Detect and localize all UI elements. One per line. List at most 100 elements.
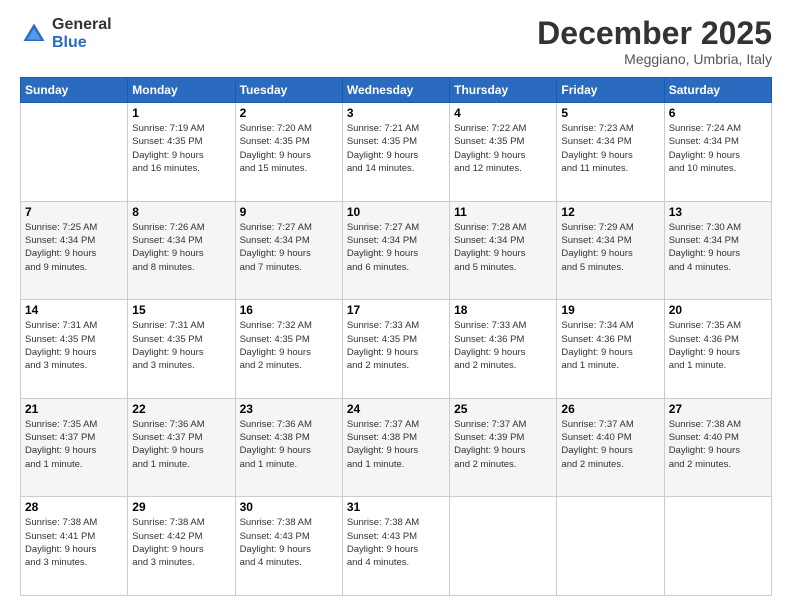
calendar-week: 21 Sunrise: 7:35 AM Sunset: 4:37 PM Dayli… bbox=[21, 398, 772, 497]
calendar-cell: 20 Sunrise: 7:35 AM Sunset: 4:36 PM Dayli… bbox=[664, 300, 771, 399]
day-info: Sunrise: 7:36 AM Sunset: 4:37 PM Dayligh… bbox=[132, 418, 230, 471]
calendar-cell bbox=[450, 497, 557, 596]
calendar-cell: 11 Sunrise: 7:28 AM Sunset: 4:34 PM Dayli… bbox=[450, 201, 557, 300]
day-info: Sunrise: 7:30 AM Sunset: 4:34 PM Dayligh… bbox=[669, 221, 767, 274]
calendar-cell: 1Sunrise: 7:19 AM Sunset: 4:35 PM Daylig… bbox=[128, 103, 235, 202]
day-info: Sunrise: 7:33 AM Sunset: 4:36 PM Dayligh… bbox=[454, 319, 552, 372]
calendar-cell: 6 Sunrise: 7:24 AM Sunset: 4:34 PM Daylig… bbox=[664, 103, 771, 202]
calendar-cell: 24 Sunrise: 7:37 AM Sunset: 4:38 PM Dayli… bbox=[342, 398, 449, 497]
day-info: Sunrise: 7:38 AM Sunset: 4:43 PM Dayligh… bbox=[347, 516, 445, 569]
calendar-cell: 7Sunrise: 7:25 AM Sunset: 4:34 PM Daylig… bbox=[21, 201, 128, 300]
calendar-cell: 17 Sunrise: 7:33 AM Sunset: 4:35 PM Dayli… bbox=[342, 300, 449, 399]
day-number: 23 bbox=[240, 402, 338, 416]
day-info: Sunrise: 7:38 AM Sunset: 4:42 PM Dayligh… bbox=[132, 516, 230, 569]
day-number: 14 bbox=[25, 303, 123, 317]
location: Meggiano, Umbria, Italy bbox=[537, 51, 772, 67]
day-info: Sunrise: 7:33 AM Sunset: 4:35 PM Dayligh… bbox=[347, 319, 445, 372]
day-number: 12 bbox=[561, 205, 659, 219]
day-info: Sunrise: 7:22 AM Sunset: 4:35 PM Dayligh… bbox=[454, 122, 552, 175]
calendar-header: SundayMondayTuesdayWednesdayThursdayFrid… bbox=[21, 78, 772, 103]
calendar-cell: 28Sunrise: 7:38 AM Sunset: 4:41 PM Dayli… bbox=[21, 497, 128, 596]
logo-text: General Blue bbox=[52, 16, 112, 51]
day-info: Sunrise: 7:20 AM Sunset: 4:35 PM Dayligh… bbox=[240, 122, 338, 175]
weekday-header: Tuesday bbox=[235, 78, 342, 103]
day-info: Sunrise: 7:35 AM Sunset: 4:37 PM Dayligh… bbox=[25, 418, 123, 471]
calendar-cell: 30Sunrise: 7:38 AM Sunset: 4:43 PM Dayli… bbox=[235, 497, 342, 596]
day-number: 6 bbox=[669, 106, 767, 120]
day-number: 24 bbox=[347, 402, 445, 416]
calendar-cell: 16 Sunrise: 7:32 AM Sunset: 4:35 PM Dayli… bbox=[235, 300, 342, 399]
day-number: 5 bbox=[561, 106, 659, 120]
day-number: 28 bbox=[25, 500, 123, 514]
page: General Blue December 2025 Meggiano, Umb… bbox=[0, 0, 792, 612]
day-info: Sunrise: 7:27 AM Sunset: 4:34 PM Dayligh… bbox=[240, 221, 338, 274]
day-number: 26 bbox=[561, 402, 659, 416]
logo: General Blue bbox=[20, 16, 112, 51]
weekday-header: Wednesday bbox=[342, 78, 449, 103]
day-number: 4 bbox=[454, 106, 552, 120]
calendar-week: 1Sunrise: 7:19 AM Sunset: 4:35 PM Daylig… bbox=[21, 103, 772, 202]
day-number: 21 bbox=[25, 402, 123, 416]
day-info: Sunrise: 7:21 AM Sunset: 4:35 PM Dayligh… bbox=[347, 122, 445, 175]
calendar-body: 1Sunrise: 7:19 AM Sunset: 4:35 PM Daylig… bbox=[21, 103, 772, 596]
logo-general: General bbox=[52, 16, 112, 34]
weekday-header: Friday bbox=[557, 78, 664, 103]
day-number: 30 bbox=[240, 500, 338, 514]
calendar-week: 28Sunrise: 7:38 AM Sunset: 4:41 PM Dayli… bbox=[21, 497, 772, 596]
header: General Blue December 2025 Meggiano, Umb… bbox=[20, 16, 772, 67]
day-info: Sunrise: 7:26 AM Sunset: 4:34 PM Dayligh… bbox=[132, 221, 230, 274]
weekday-header: Monday bbox=[128, 78, 235, 103]
calendar-cell bbox=[557, 497, 664, 596]
day-number: 18 bbox=[454, 303, 552, 317]
calendar-cell: 31 Sunrise: 7:38 AM Sunset: 4:43 PM Dayli… bbox=[342, 497, 449, 596]
calendar-cell: 26 Sunrise: 7:37 AM Sunset: 4:40 PM Dayli… bbox=[557, 398, 664, 497]
day-info: Sunrise: 7:38 AM Sunset: 4:40 PM Dayligh… bbox=[669, 418, 767, 471]
calendar-cell: 25Sunrise: 7:37 AM Sunset: 4:39 PM Dayli… bbox=[450, 398, 557, 497]
calendar-cell bbox=[664, 497, 771, 596]
day-number: 1 bbox=[132, 106, 230, 120]
day-number: 20 bbox=[669, 303, 767, 317]
day-number: 19 bbox=[561, 303, 659, 317]
calendar-cell: 5 Sunrise: 7:23 AM Sunset: 4:34 PM Daylig… bbox=[557, 103, 664, 202]
calendar-cell: 18 Sunrise: 7:33 AM Sunset: 4:36 PM Dayli… bbox=[450, 300, 557, 399]
day-info: Sunrise: 7:37 AM Sunset: 4:40 PM Dayligh… bbox=[561, 418, 659, 471]
day-number: 8 bbox=[132, 205, 230, 219]
calendar-cell: 10 Sunrise: 7:27 AM Sunset: 4:34 PM Dayli… bbox=[342, 201, 449, 300]
day-info: Sunrise: 7:27 AM Sunset: 4:34 PM Dayligh… bbox=[347, 221, 445, 274]
day-info: Sunrise: 7:31 AM Sunset: 4:35 PM Dayligh… bbox=[132, 319, 230, 372]
day-number: 31 bbox=[347, 500, 445, 514]
day-info: Sunrise: 7:37 AM Sunset: 4:38 PM Dayligh… bbox=[347, 418, 445, 471]
calendar-cell: 27Sunrise: 7:38 AM Sunset: 4:40 PM Dayli… bbox=[664, 398, 771, 497]
calendar: SundayMondayTuesdayWednesdayThursdayFrid… bbox=[20, 77, 772, 596]
day-number: 3 bbox=[347, 106, 445, 120]
weekday-header: Saturday bbox=[664, 78, 771, 103]
calendar-cell: 4 Sunrise: 7:22 AM Sunset: 4:35 PM Daylig… bbox=[450, 103, 557, 202]
day-info: Sunrise: 7:23 AM Sunset: 4:34 PM Dayligh… bbox=[561, 122, 659, 175]
day-info: Sunrise: 7:29 AM Sunset: 4:34 PM Dayligh… bbox=[561, 221, 659, 274]
day-number: 10 bbox=[347, 205, 445, 219]
calendar-cell: 8 Sunrise: 7:26 AM Sunset: 4:34 PM Daylig… bbox=[128, 201, 235, 300]
day-info: Sunrise: 7:24 AM Sunset: 4:34 PM Dayligh… bbox=[669, 122, 767, 175]
day-number: 25 bbox=[454, 402, 552, 416]
calendar-cell: 29Sunrise: 7:38 AM Sunset: 4:42 PM Dayli… bbox=[128, 497, 235, 596]
day-number: 2 bbox=[240, 106, 338, 120]
day-number: 16 bbox=[240, 303, 338, 317]
day-info: Sunrise: 7:25 AM Sunset: 4:34 PM Dayligh… bbox=[25, 221, 123, 274]
calendar-cell: 15 Sunrise: 7:31 AM Sunset: 4:35 PM Dayli… bbox=[128, 300, 235, 399]
weekday-row: SundayMondayTuesdayWednesdayThursdayFrid… bbox=[21, 78, 772, 103]
calendar-cell: 12 Sunrise: 7:29 AM Sunset: 4:34 PM Dayli… bbox=[557, 201, 664, 300]
calendar-week: 7Sunrise: 7:25 AM Sunset: 4:34 PM Daylig… bbox=[21, 201, 772, 300]
calendar-cell: 13Sunrise: 7:30 AM Sunset: 4:34 PM Dayli… bbox=[664, 201, 771, 300]
day-number: 17 bbox=[347, 303, 445, 317]
day-info: Sunrise: 7:35 AM Sunset: 4:36 PM Dayligh… bbox=[669, 319, 767, 372]
day-number: 11 bbox=[454, 205, 552, 219]
generalblue-icon bbox=[20, 20, 48, 48]
calendar-cell: 3 Sunrise: 7:21 AM Sunset: 4:35 PM Daylig… bbox=[342, 103, 449, 202]
calendar-cell: 2 Sunrise: 7:20 AM Sunset: 4:35 PM Daylig… bbox=[235, 103, 342, 202]
month-title: December 2025 bbox=[537, 16, 772, 51]
calendar-week: 14 Sunrise: 7:31 AM Sunset: 4:35 PM Dayli… bbox=[21, 300, 772, 399]
day-info: Sunrise: 7:36 AM Sunset: 4:38 PM Dayligh… bbox=[240, 418, 338, 471]
day-info: Sunrise: 7:32 AM Sunset: 4:35 PM Dayligh… bbox=[240, 319, 338, 372]
day-number: 15 bbox=[132, 303, 230, 317]
day-info: Sunrise: 7:28 AM Sunset: 4:34 PM Dayligh… bbox=[454, 221, 552, 274]
